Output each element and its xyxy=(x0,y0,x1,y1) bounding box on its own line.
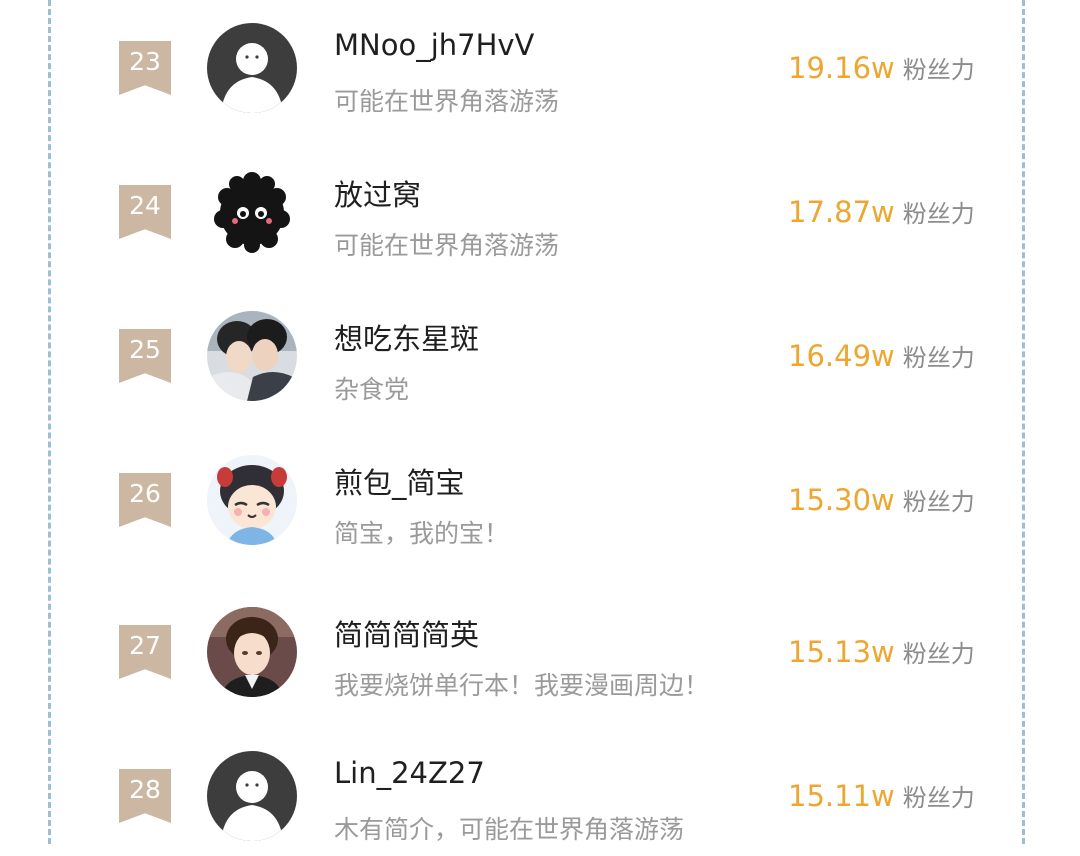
ranking-row[interactable]: 28 Lin_24Z27 木有简介，可能在世界角落游荡 15.11w 粉丝力 xyxy=(0,736,1080,856)
user-name[interactable]: Lin_24Z27 xyxy=(334,756,485,790)
fan-power-label: 粉丝力 xyxy=(902,344,975,372)
rank-badge: 26 xyxy=(119,473,171,527)
avatar[interactable] xyxy=(207,311,297,401)
fan-power: 19.16w 粉丝力 xyxy=(788,50,975,85)
user-name[interactable]: 煎包_简宝 xyxy=(334,460,465,502)
fan-ranking-list: 23 MNoo_jh7HvV 可能在世界角落游荡 19.16w 粉丝力 24 放… xyxy=(0,0,1080,844)
rank-badge: 23 xyxy=(119,41,171,95)
fan-power-label: 粉丝力 xyxy=(902,784,975,812)
fan-power-value: 15.30w xyxy=(788,483,895,517)
fluffy-black-creature-avatar xyxy=(207,167,297,257)
rank-number: 25 xyxy=(129,335,161,364)
rank-number: 24 xyxy=(129,191,161,220)
avatar[interactable] xyxy=(207,607,297,697)
fan-power: 15.11w 粉丝力 xyxy=(788,778,975,813)
user-bio: 可能在世界角落游荡 xyxy=(334,87,560,116)
anime-man-avatar xyxy=(207,607,297,697)
user-bio: 简宝，我的宝！ xyxy=(334,519,510,548)
fan-power: 17.87w 粉丝力 xyxy=(788,194,975,229)
rank-badge: 28 xyxy=(119,769,171,823)
rank-number: 27 xyxy=(129,631,161,660)
ranking-row[interactable]: 23 MNoo_jh7HvV 可能在世界角落游荡 19.16w 粉丝力 xyxy=(0,8,1080,128)
user-name[interactable]: MNoo_jh7HvV xyxy=(334,28,534,62)
fan-power-value: 15.11w xyxy=(788,779,895,813)
ranking-row[interactable]: 26 煎包_简宝 简宝，我的宝！ 15.30w 粉丝力 xyxy=(0,440,1080,560)
fan-power: 15.13w 粉丝力 xyxy=(788,634,975,669)
user-name[interactable]: 简简简简英 xyxy=(334,612,479,654)
fan-power-label: 粉丝力 xyxy=(902,56,975,84)
anime-couple-avatar xyxy=(207,311,297,401)
fan-power: 16.49w 粉丝力 xyxy=(788,338,975,373)
fan-power-value: 17.87w xyxy=(788,195,895,229)
fan-power-value: 15.13w xyxy=(788,635,895,669)
ranking-row[interactable]: 25 想吃东星斑 杂食党 16.49w 粉丝力 xyxy=(0,296,1080,416)
rank-number: 28 xyxy=(129,775,161,804)
ranking-row[interactable]: 24 放过窝 可能在世界角落游荡 17.87w 粉丝力 xyxy=(0,152,1080,272)
user-bio: 可能在世界角落游荡 xyxy=(334,231,560,260)
user-bio: 我要烧饼单行本！我要漫画周边！ xyxy=(334,671,710,700)
user-name[interactable]: 放过窝 xyxy=(334,172,421,214)
chibi-character-avatar xyxy=(207,455,297,545)
fan-power: 15.30w 粉丝力 xyxy=(788,482,975,517)
avatar[interactable] xyxy=(207,455,297,545)
default-avatar-icon xyxy=(207,751,297,841)
user-bio: 杂食党 xyxy=(334,375,410,404)
rank-number: 23 xyxy=(129,47,161,76)
ranking-row[interactable]: 27 简简简简英 我要烧饼单行本！我要漫画周边！ 15.13w 粉丝力 xyxy=(0,592,1080,712)
default-avatar-icon xyxy=(207,23,297,113)
rank-number: 26 xyxy=(129,479,161,508)
fan-power-label: 粉丝力 xyxy=(902,200,975,228)
avatar[interactable] xyxy=(207,23,297,113)
fan-power-label: 粉丝力 xyxy=(902,488,975,516)
avatar[interactable] xyxy=(207,167,297,257)
user-name[interactable]: 想吃东星斑 xyxy=(334,316,479,358)
fan-power-value: 19.16w xyxy=(788,51,895,85)
avatar[interactable] xyxy=(207,751,297,841)
fan-power-value: 16.49w xyxy=(788,339,895,373)
fan-power-label: 粉丝力 xyxy=(902,640,975,668)
rank-badge: 27 xyxy=(119,625,171,679)
rank-badge: 24 xyxy=(119,185,171,239)
rank-badge: 25 xyxy=(119,329,171,383)
user-bio: 木有简介，可能在世界角落游荡 xyxy=(334,815,685,844)
